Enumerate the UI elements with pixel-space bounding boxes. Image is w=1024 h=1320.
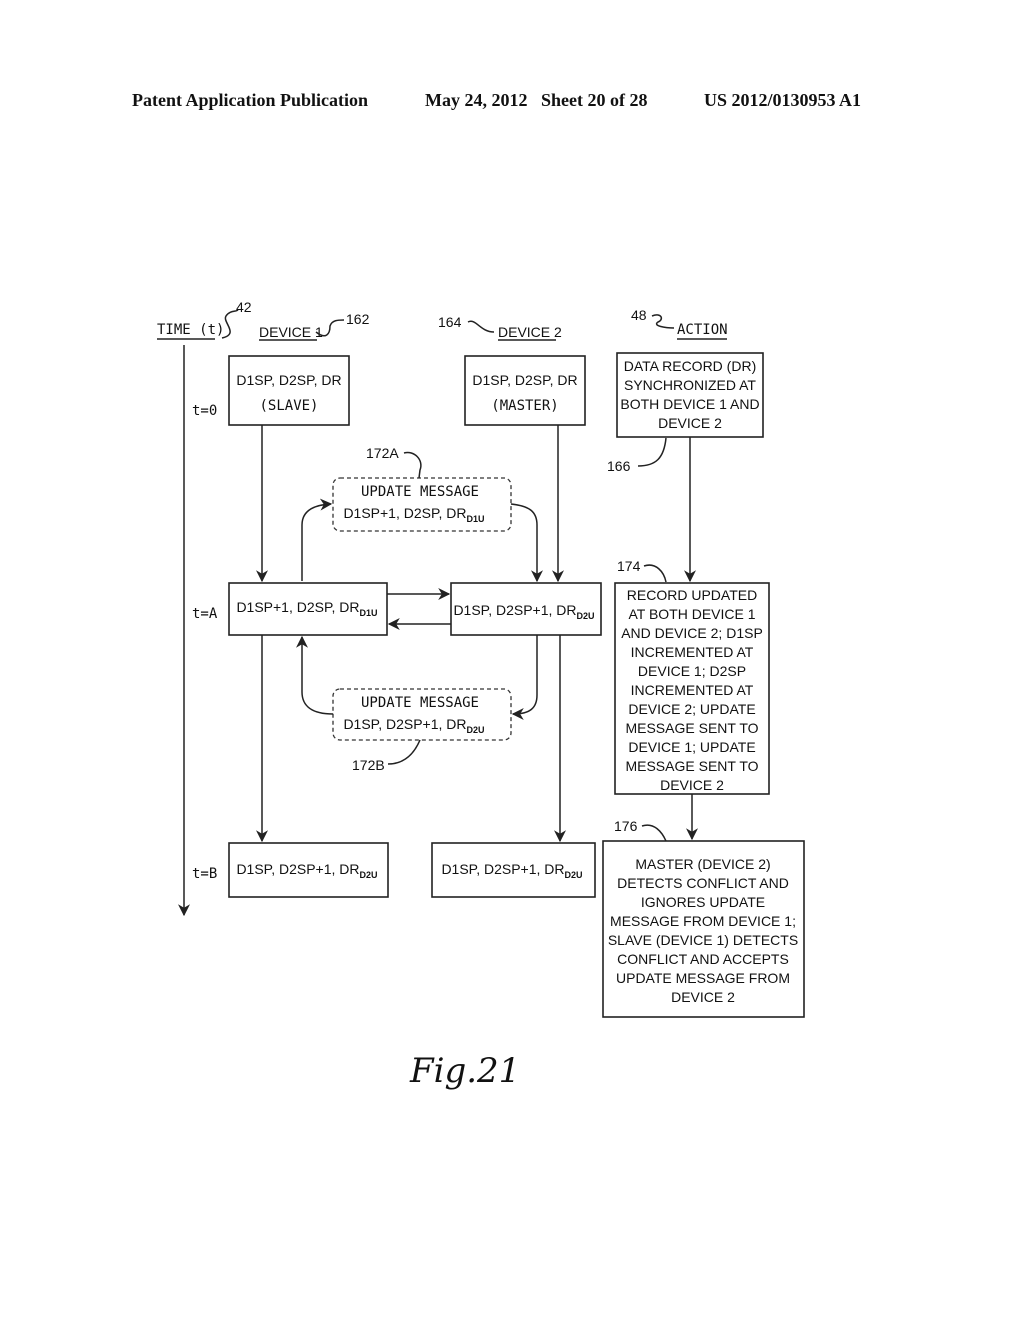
- device2-t0-state: D1SP, D2SP, DR: [472, 372, 577, 388]
- device2-to-update-b-arrow: [511, 635, 538, 720]
- action-t0-line: DEVICE 2: [658, 415, 722, 431]
- action-tA-line: RECORD UPDATED: [627, 587, 757, 603]
- update-message-172b: UPDATE MESSAGE D1SP, D2SP+1, DRD2U: [332, 688, 512, 741]
- action-t0-line: SYNCHRONIZED AT: [624, 377, 756, 393]
- action-tA-line: AND DEVICE 2; D1SP: [621, 625, 763, 641]
- action-tA-line: DEVICE 2: [660, 777, 724, 793]
- action-tA-line: DEVICE 1; UPDATE: [628, 739, 755, 755]
- action-tA-line: INCREMENTED AT: [631, 644, 754, 660]
- ref-172a: 172A: [366, 445, 399, 461]
- device1-t0-role: (SLAVE): [259, 398, 318, 414]
- ref-42: 42: [236, 299, 252, 315]
- ref-leader-174: [643, 564, 667, 583]
- device2-tA-box: D1SP, D2SP+1, DRD2U: [450, 582, 602, 636]
- action-tB-line: MASTER (DEVICE 2): [635, 856, 770, 872]
- update-message-172a: UPDATE MESSAGE D1SP+1, D2SP, DRD1U: [332, 477, 512, 532]
- action-t0-line: DATA RECORD (DR): [624, 358, 756, 374]
- ref-leader-176: [641, 824, 667, 842]
- figure-label: Fig.21: [409, 1051, 520, 1091]
- update-a-to-device2-arrow: [510, 503, 543, 583]
- time-mark-tA: t=A: [192, 606, 218, 622]
- ref-172b: 172B: [352, 757, 385, 773]
- ref-164: 164: [438, 314, 462, 330]
- action-tB-line: IGNORES UPDATE: [641, 894, 765, 910]
- action-tB-line: DETECTS CONFLICT AND: [617, 875, 789, 891]
- ref-leader-164: [467, 320, 495, 333]
- time-mark-tB: t=B: [192, 866, 217, 882]
- action-tA-line: DEVICE 2; UPDATE: [628, 701, 755, 717]
- device2-tB-box: D1SP, D2SP+1, DRD2U: [431, 842, 596, 898]
- time-mark-t0: t=0: [192, 403, 217, 419]
- action-tA-line: DEVICE 1; D2SP: [638, 663, 746, 679]
- action-t0-box: DATA RECORD (DR) SYNCHRONIZED AT BOTH DE…: [616, 352, 764, 438]
- action-tB-line: DEVICE 2: [671, 989, 735, 1005]
- action-tA-box: RECORD UPDATED AT BOTH DEVICE 1 AND DEVI…: [614, 582, 770, 795]
- action-tB-box: MASTER (DEVICE 2) DETECTS CONFLICT AND I…: [602, 840, 805, 1018]
- update-b-to-device1-arrow: [296, 635, 334, 715]
- action-tA-line: MESSAGE SENT TO: [625, 720, 758, 736]
- action-tA-line: INCREMENTED AT: [631, 682, 754, 698]
- action-tB-line: SLAVE (DEVICE 1) DETECTS: [608, 932, 798, 948]
- device2-column-label: DEVICE 2: [498, 324, 562, 340]
- ref-162: 162: [346, 311, 370, 327]
- device1-tA-box: D1SP+1, D2SP, DRD1U: [228, 582, 388, 636]
- device1-t0-box: D1SP, D2SP, DR (SLAVE): [228, 355, 350, 426]
- ref-176: 176: [614, 818, 638, 834]
- action-tB-line: MESSAGE FROM DEVICE 1;: [610, 913, 796, 929]
- ref-leader-172b: [387, 739, 421, 765]
- time-column-label: TIME (t): [157, 322, 224, 338]
- action-t0-line: BOTH DEVICE 1 AND: [620, 396, 759, 412]
- update-message-b-title: UPDATE MESSAGE: [361, 695, 479, 711]
- device2-t0-box: D1SP, D2SP, DR (MASTER): [464, 355, 586, 426]
- action-tA-line: MESSAGE SENT TO: [625, 758, 758, 774]
- device2-t0-role: (MASTER): [491, 398, 558, 414]
- action-tA-line: AT BOTH DEVICE 1: [628, 606, 755, 622]
- device1-column-label: DEVICE 1: [259, 324, 323, 340]
- device1-tB-box: D1SP, D2SP+1, DRD2U: [228, 842, 389, 898]
- ref-leader-48: [651, 314, 675, 329]
- flow-diagram: TIME (t) 42 DEVICE 1 162 164 DEVICE 2 48…: [157, 299, 805, 1091]
- action-column-label: ACTION: [677, 322, 728, 338]
- ref-leader-166: [637, 437, 667, 467]
- ref-leader-172a: [403, 451, 422, 479]
- action-tB-line: UPDATE MESSAGE FROM: [616, 970, 790, 986]
- ref-48: 48: [631, 307, 647, 323]
- device1-t0-state: D1SP, D2SP, DR: [236, 372, 341, 388]
- action-tB-line: CONFLICT AND ACCEPTS: [617, 951, 789, 967]
- update-message-a-title: UPDATE MESSAGE: [361, 484, 479, 500]
- ref-166: 166: [607, 458, 631, 474]
- device1-to-update-a-arrow: [301, 498, 333, 581]
- ref-174: 174: [617, 558, 641, 574]
